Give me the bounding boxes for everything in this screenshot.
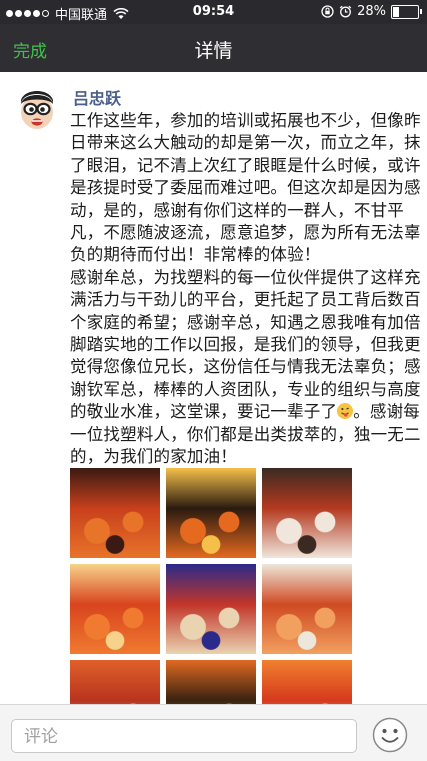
alarm-icon — [339, 5, 352, 18]
photo-7[interactable] — [70, 660, 160, 704]
photo-3[interactable] — [262, 468, 352, 558]
battery-icon — [391, 4, 422, 19]
post-detail: 吕忠跃 工作这些年，参加的培训或拓展也不少，但像昨日带来这么大触动的却是第一次，… — [0, 72, 427, 704]
photo-9[interactable] — [262, 660, 352, 704]
photo-5[interactable] — [166, 564, 256, 654]
page-title: 详情 — [194, 40, 233, 62]
rotation-lock-icon — [321, 5, 334, 18]
navigation-bar: 完成 详情 — [0, 24, 427, 72]
cartoon-face-avatar-icon — [13, 84, 61, 132]
winking-tongue-emoji-icon — [337, 403, 354, 420]
post-text: 工作这些年，参加的培训或拓展也不少，但像昨日带来这么大触动的却是第一次，而立之年… — [70, 110, 422, 491]
comment-input[interactable]: 评论 — [11, 719, 357, 753]
battery-percent: 28% — [357, 4, 386, 19]
avatar[interactable] — [13, 84, 61, 132]
emoji-button[interactable] — [372, 717, 408, 753]
post-text-part-1: 工作这些年，参加的培训或拓展也不少，但像昨日带来这么大触动的却是第一次，而立之年… — [70, 111, 421, 422]
photo-6[interactable] — [262, 564, 352, 654]
smiley-face-icon — [372, 717, 408, 753]
status-right: 28% — [321, 4, 422, 19]
photo-1[interactable] — [70, 468, 160, 558]
comment-bar: 评论 — [0, 704, 427, 761]
status-bar: 中国联通 09:54 28% — [0, 0, 427, 24]
photo-8[interactable] — [166, 660, 256, 704]
photo-2[interactable] — [166, 468, 256, 558]
photo-4[interactable] — [70, 564, 160, 654]
author-name[interactable]: 吕忠跃 — [73, 85, 121, 109]
